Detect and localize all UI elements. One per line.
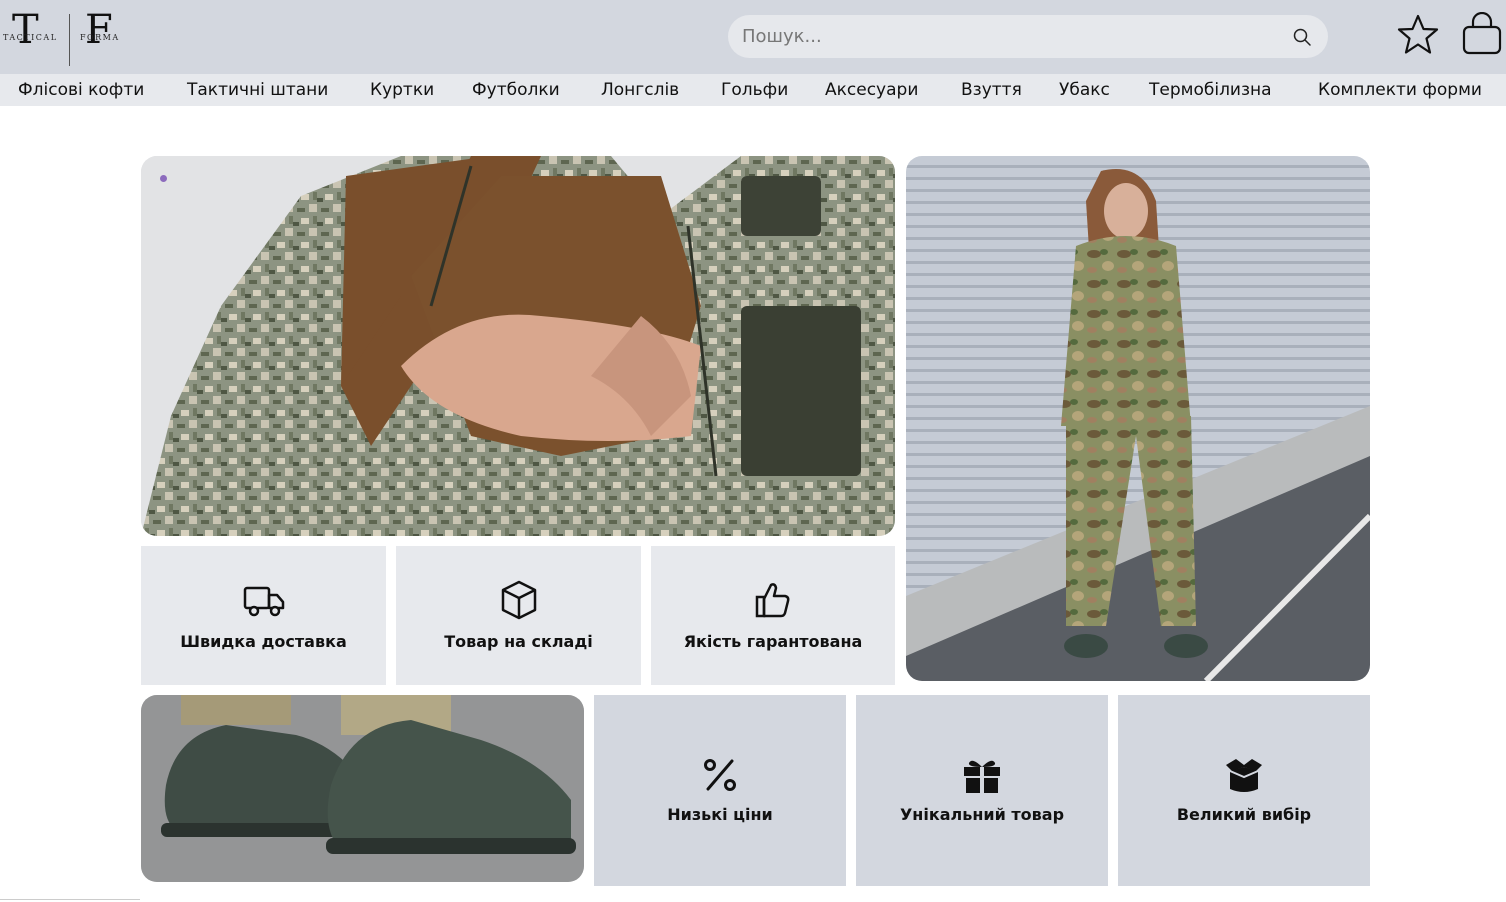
nav-item-tactical-pants[interactable]: Тактичні штани: [187, 79, 328, 101]
brand-logo[interactable]: T F TACTICAL FORMA: [0, 8, 130, 68]
logo-subtitle-forma: FORMA: [80, 33, 120, 42]
feature-label-quality: Якість гарантована: [683, 632, 863, 651]
nav-item-uniform-sets[interactable]: Комплекти форми: [1318, 79, 1482, 101]
logo-divider: [69, 14, 70, 66]
feature-label-prices: Низькі ціни: [667, 805, 773, 824]
nav-item-accessories[interactable]: Аксесуари: [825, 79, 918, 101]
search-icon[interactable]: [1292, 27, 1312, 47]
hero-shirt-photo: [141, 156, 895, 536]
open-box-icon: [1226, 759, 1262, 792]
logo-subtitle-tactical: TACTICAL: [3, 33, 58, 42]
hero-banner-shirt[interactable]: [141, 156, 895, 536]
feature-quality-guaranteed: Якість гарантована: [651, 546, 895, 685]
feature-label-stock: Товар на складі: [444, 632, 593, 651]
box-icon: [501, 580, 536, 620]
feature-label-delivery: Швидка доставка: [180, 632, 347, 651]
feature-wide-choice: Великий вибір: [1118, 695, 1370, 886]
feature-label-choice: Великий вибір: [1176, 805, 1312, 824]
logo-letter-t: T: [12, 7, 39, 53]
feature-unique-goods: Унікальний товар: [856, 695, 1108, 886]
truck-icon: [243, 586, 284, 617]
star-icon[interactable]: [1396, 13, 1440, 57]
search-input[interactable]: [742, 15, 1282, 58]
category-nav: Флісові кофти Тактичні штани Куртки Футб…: [0, 74, 1506, 106]
footwear-photo: [141, 695, 584, 882]
percent-icon: [704, 759, 736, 791]
gift-icon: [964, 760, 1000, 793]
women-uniform-photo: [906, 156, 1370, 681]
feature-fast-delivery: Швидка доставка: [141, 546, 386, 685]
promo-banner-footwear[interactable]: [141, 695, 584, 882]
slider-dot[interactable]: [160, 175, 167, 182]
nav-item-footwear[interactable]: Взуття: [961, 79, 1022, 101]
nav-item-turtlenecks[interactable]: Гольфи: [721, 79, 788, 101]
nav-item-fleece[interactable]: Флісові кофти: [18, 79, 144, 101]
feature-in-stock: Товар на складі: [396, 546, 641, 685]
logo-letter-f: F: [85, 7, 113, 53]
nav-item-longsleeves[interactable]: Лонгслів: [601, 79, 679, 101]
feature-label-unique: Унікальний товар: [899, 805, 1065, 824]
promo-banner-women-uniform[interactable]: [906, 156, 1370, 681]
nav-item-thermal-underwear[interactable]: Термобілизна: [1149, 79, 1272, 101]
feature-low-prices: Низькі ціни: [594, 695, 846, 886]
thumbs-up-icon: [755, 583, 790, 618]
search-bar: [728, 15, 1328, 58]
nav-item-jackets[interactable]: Куртки: [370, 79, 434, 101]
nav-item-tshirts[interactable]: Футболки: [472, 79, 560, 101]
site-header: T F TACTICAL FORMA: [0, 0, 1506, 74]
nav-item-ubacs[interactable]: Убакс: [1059, 79, 1110, 101]
footer-divider: [0, 899, 140, 900]
shopping-bag-icon[interactable]: [1461, 12, 1503, 56]
